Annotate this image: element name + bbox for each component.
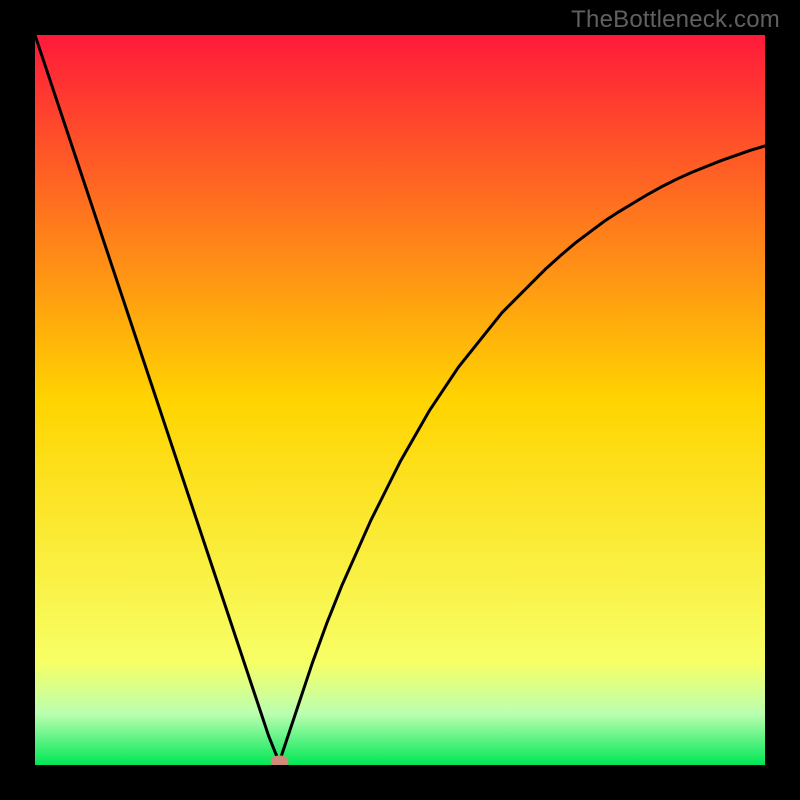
chart-frame: TheBottleneck.com (0, 0, 800, 800)
watermark-text: TheBottleneck.com (571, 6, 780, 34)
bottleneck-chart (35, 35, 765, 765)
plot-background (35, 35, 765, 765)
